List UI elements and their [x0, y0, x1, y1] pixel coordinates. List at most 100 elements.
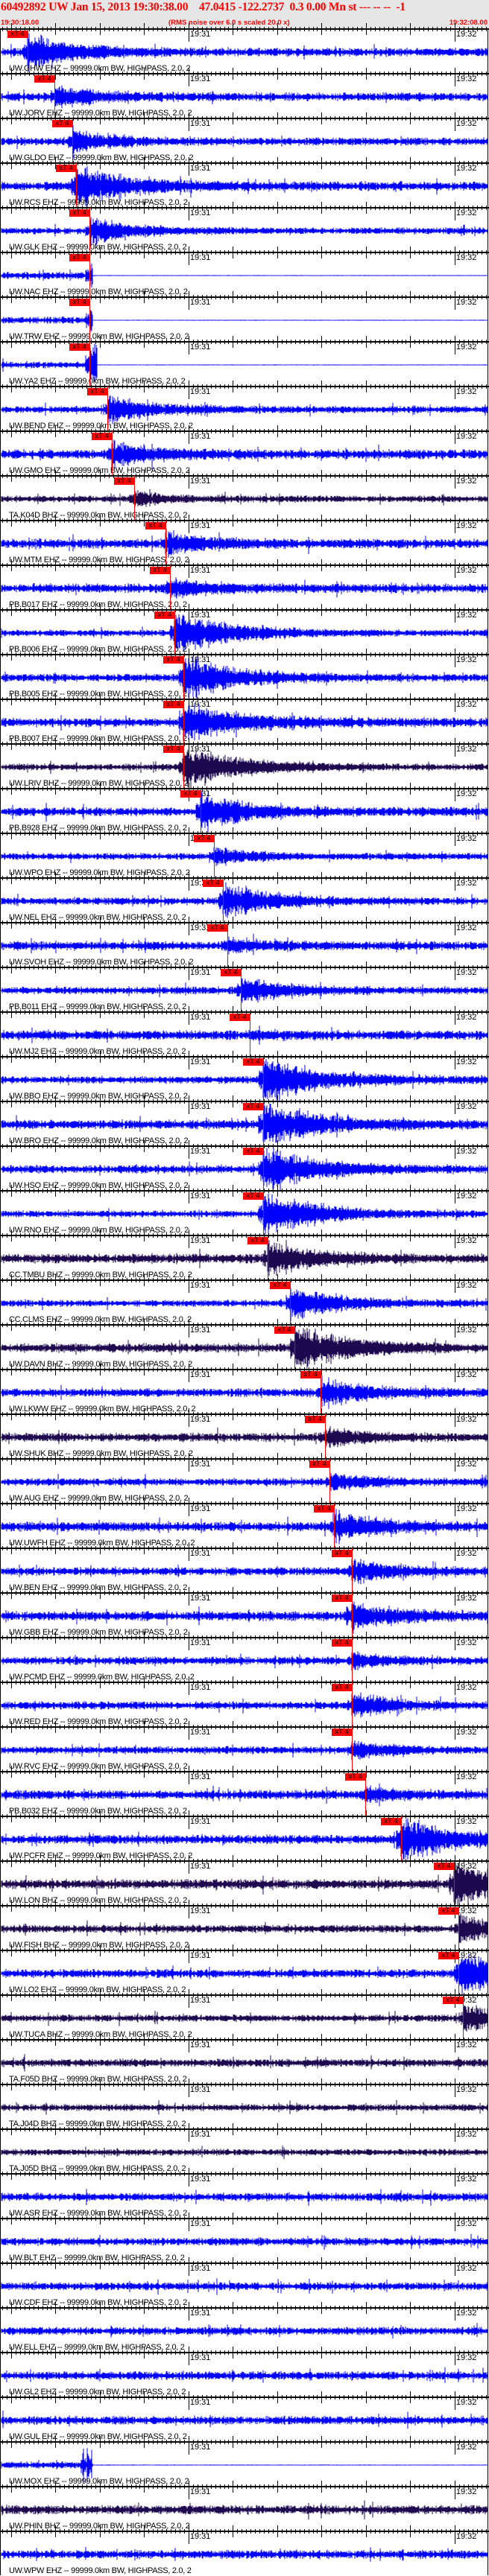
time-tick-label: 19:31 [189, 1147, 211, 1156]
pick-marker[interactable]: xT 4 [87, 388, 107, 395]
trace-row: 19:31 19:32 UW.LKWW EHZ -- 99999.0km BW, H… [1, 1364, 489, 1414]
pick-line[interactable] [112, 431, 113, 476]
pick-line[interactable] [352, 1727, 353, 1772]
pick-line[interactable] [89, 252, 90, 297]
pick-marker[interactable]: xT 4 [7, 31, 28, 38]
pick-marker[interactable]: xT 4 [69, 254, 89, 261]
pick-marker[interactable]: xT 4 [345, 1773, 365, 1781]
pick-line[interactable] [223, 878, 224, 923]
pick-marker[interactable]: xT 4 [332, 1594, 352, 1602]
pick-marker[interactable]: xT 4 [314, 1505, 334, 1513]
pick-line[interactable] [334, 1504, 335, 1548]
pick-line[interactable] [72, 118, 73, 163]
pick-line[interactable] [290, 1280, 291, 1325]
pick-line[interactable] [170, 565, 171, 610]
pick-marker[interactable]: xT 4 [92, 433, 112, 440]
pick-marker[interactable]: xT 4 [243, 1103, 263, 1110]
time-tick-label: 19:31 [189, 164, 211, 173]
pick-line[interactable] [263, 1101, 264, 1146]
trace-row: 19:31 19:32 UW.BEN EHZ -- 99999.0km BW, HI… [1, 1542, 489, 1593]
pick-line[interactable] [263, 1191, 264, 1235]
pick-marker[interactable]: xT 4 [69, 209, 89, 217]
pick-line[interactable] [458, 1950, 459, 1995]
time-tick-label: 19:32 [455, 253, 477, 262]
pick-marker[interactable]: xT 4 [56, 165, 76, 172]
pick-marker[interactable]: xT 4 [332, 1729, 352, 1736]
time-tick-label: 19:31 [189, 1013, 211, 1022]
station-label: UW.PHIN BHZ -- 99999.0km BW, HIGHPASS, 2… [9, 2522, 190, 2531]
trace-row: 19:31 19:32 UW.RVC EHZ -- 99999.0km BW, HI… [1, 1721, 489, 1772]
pick-marker[interactable]: xT 4 [69, 343, 89, 351]
pick-marker[interactable]: xT 4 [438, 1952, 458, 1959]
trace-row: 19:31 19:32 UW.MTM EHZ -- 99999.0km BW, HI… [1, 515, 489, 565]
pick-line[interactable] [227, 923, 228, 967]
pick-line[interactable] [263, 1057, 264, 1101]
pick-marker[interactable]: xT 4 [145, 522, 165, 529]
pick-line[interactable] [241, 967, 242, 1012]
pick-line[interactable] [294, 1325, 295, 1370]
pick-marker[interactable]: xT 4 [332, 1639, 352, 1647]
pick-marker[interactable]: xT 4 [332, 1684, 352, 1691]
pick-line[interactable] [89, 297, 90, 342]
pick-marker[interactable]: xT 4 [309, 1460, 329, 1468]
pick-marker[interactable]: xT 4 [221, 969, 241, 976]
pick-line[interactable] [463, 1995, 464, 2040]
pick-line[interactable] [107, 387, 108, 431]
pick-marker[interactable]: xT 4 [247, 1237, 268, 1244]
pick-marker[interactable]: xT 4 [163, 656, 183, 664]
pick-marker[interactable]: xT 4 [207, 924, 227, 932]
pick-line[interactable] [76, 163, 77, 208]
pick-line[interactable] [214, 833, 215, 878]
pick-marker[interactable]: xT 4 [438, 1907, 458, 1915]
pick-marker[interactable]: xT 4 [243, 1192, 263, 1200]
pick-line[interactable] [165, 521, 166, 565]
pick-line[interactable] [54, 74, 55, 118]
pick-marker[interactable]: xT 4 [332, 1550, 352, 1557]
pick-line[interactable] [183, 699, 184, 744]
pick-marker[interactable]: xT 4 [443, 1997, 463, 2004]
time-tick-label: 19:32 [455, 2219, 477, 2228]
pick-line[interactable] [454, 1861, 455, 1906]
pick-marker[interactable]: xT 4 [194, 835, 214, 842]
pick-line[interactable] [352, 1638, 353, 1682]
pick-marker[interactable]: xT 4 [180, 790, 201, 798]
pick-line[interactable] [325, 1414, 326, 1459]
pick-line[interactable] [89, 342, 90, 387]
pick-marker[interactable]: xT 4 [150, 567, 170, 574]
pick-line[interactable] [183, 655, 184, 699]
time-tick-label: 19:32 [455, 1415, 477, 1424]
pick-line[interactable] [134, 476, 135, 521]
pick-line[interactable] [174, 610, 175, 655]
pick-line[interactable] [263, 1146, 264, 1191]
pick-line[interactable] [183, 744, 184, 789]
pick-line[interactable] [458, 1906, 459, 1950]
station-label: TA.J04D BHZ -- 99999.0km BW, HIGHPASS, 2… [9, 2119, 186, 2128]
time-axis [1, 112, 489, 131]
pick-marker[interactable]: xT 4 [203, 880, 223, 887]
pick-marker[interactable]: xT 4 [163, 745, 183, 753]
pick-marker[interactable]: xT 4 [154, 611, 174, 619]
pick-line[interactable] [401, 1816, 402, 1861]
pick-line[interactable] [329, 1459, 330, 1504]
pick-marker[interactable]: xT 4 [270, 1282, 290, 1289]
pick-line[interactable] [365, 1772, 366, 1816]
pick-marker[interactable]: xT 4 [434, 1863, 454, 1870]
time-tick-label: 19:32 [455, 432, 477, 441]
station-label: TA.K04D BHZ -- 99999.0km BW, HIGHPASS, 2… [9, 511, 188, 520]
pick-marker[interactable]: xT 4 [243, 1148, 263, 1155]
pick-marker[interactable]: xT 4 [243, 1058, 263, 1066]
pick-marker[interactable]: xT 4 [163, 701, 183, 708]
pick-marker[interactable]: xT 4 [114, 477, 134, 485]
pick-marker[interactable]: xT 4 [230, 1014, 250, 1021]
pick-line[interactable] [352, 1682, 353, 1727]
pick-marker[interactable]: xT 4 [34, 75, 54, 83]
pick-marker[interactable]: xT 4 [300, 1371, 321, 1378]
pick-marker[interactable]: xT 4 [69, 299, 89, 306]
pick-marker[interactable]: xT 4 [52, 120, 72, 127]
pick-marker[interactable]: xT 4 [305, 1416, 325, 1423]
pick-marker[interactable]: xT 4 [381, 1818, 401, 1825]
pick-line[interactable] [352, 1548, 353, 1593]
pick-line[interactable] [352, 1593, 353, 1638]
pick-marker[interactable]: xT 4 [274, 1326, 294, 1334]
pick-line[interactable] [89, 208, 90, 252]
